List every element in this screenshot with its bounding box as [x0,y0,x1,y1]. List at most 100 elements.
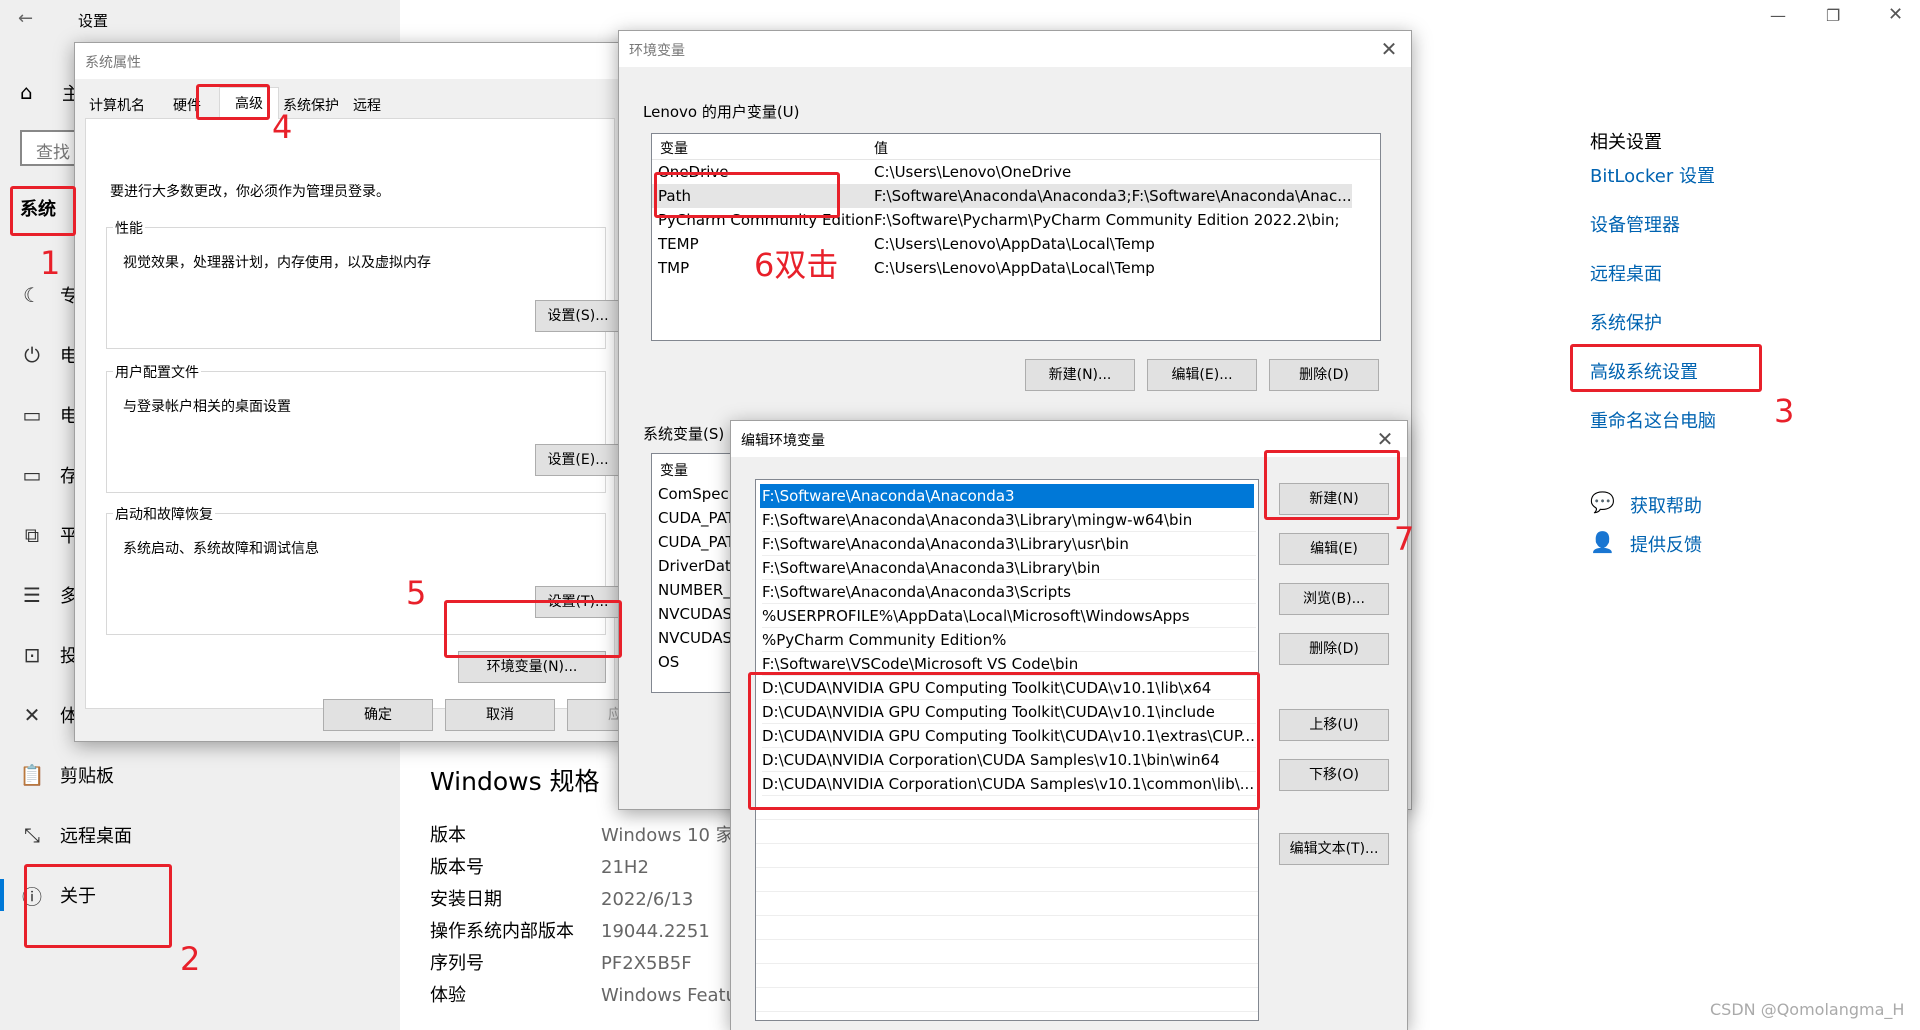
annotation-number: 1 [40,244,61,282]
annotation-number: 5 [406,574,427,612]
minimize-icon[interactable]: — [1770,6,1786,25]
table-row[interactable]: DriverData [658,554,740,578]
spec-label: 版本 [430,825,466,846]
group-title: 用户配置文件 [113,362,201,382]
related-settings-title: 相关设置 [1590,132,1662,153]
list-item[interactable]: F:\Software\Anaconda\Anaconda3\Library\u… [762,532,1256,556]
selected-indicator [0,879,4,911]
tab-bar: 计算机名 硬件 高级 系统保护 远程 [85,87,615,120]
table-row[interactable]: OS [658,650,679,674]
annotation-number: 6双击 [754,246,839,284]
annotation-box-env-button [444,600,622,658]
path-move-down-button[interactable]: 下移(O) [1279,759,1389,791]
clipboard-icon: 📋 [19,763,45,787]
cancel-button[interactable]: 取消 [445,699,555,731]
admin-note: 要进行大多数更改，你必须作为管理员登录。 [110,184,390,200]
close-icon[interactable]: ✕ [1375,35,1403,63]
list-item[interactable]: F:\Software\Anaconda\Anaconda3\Library\b… [762,556,1256,580]
annotation-box-about [24,864,172,948]
link-rename-pc[interactable]: 重命名这台电脑 [1590,407,1716,433]
sidebar-item-remote[interactable]: ⤡ 远程桌面 [0,805,400,865]
annotation-box-advanced-settings [1570,344,1762,392]
path-delete-button[interactable]: 删除(D) [1279,633,1389,665]
startup-desc: 系统启动、系统故障和调试信息 [123,541,319,557]
sidebar-item-label: 剪贴板 [60,766,114,787]
user-vars-title: Lenovo 的用户变量(U) [643,103,800,121]
close-icon[interactable]: ✕ [1888,4,1903,25]
list-item[interactable]: %USERPROFILE%\AppData\Local\Microsoft\Wi… [762,604,1256,628]
link-get-help[interactable]: 获取帮助 [1630,492,1702,518]
path-edit-button[interactable]: 编辑(E) [1279,533,1389,565]
annotation-box-path [654,172,840,218]
restore-icon[interactable]: ❐ [1826,6,1840,25]
list-item-selected[interactable]: F:\Software\Anaconda\Anaconda3 [760,484,1254,508]
system-vars-title: 系统变量(S) [643,425,725,443]
link-device-manager[interactable]: 设备管理器 [1590,211,1680,237]
link-remote-desktop[interactable]: 远程桌面 [1590,260,1662,286]
user-edit-button[interactable]: 编辑(E)... [1147,359,1257,391]
window-title: 环境变量 [629,43,685,59]
settings-title: 设置 [78,12,109,30]
feedback-icon: 👤 [1590,530,1615,554]
column-header-variable[interactable]: 变量 [660,138,688,158]
search-input[interactable]: 查找 [20,130,80,166]
titlebar: 系统属性 [75,43,623,79]
list-item[interactable]: F:\Software\Anaconda\Anaconda3\Scripts [762,580,1256,604]
list-item[interactable]: %PyCharm Community Edition% [762,628,1256,652]
moon-icon: ☾ [23,283,41,307]
storage-icon: ▭ [22,463,42,487]
group-title: 性能 [113,218,145,238]
column-header-value[interactable]: 值 [874,138,888,158]
path-browse-button[interactable]: 浏览(B)... [1279,583,1389,615]
ok-button[interactable]: 确定 [323,699,433,731]
annotation-number: 4 [272,108,293,146]
spec-label: 操作系统内部版本 [430,921,574,942]
tablet-icon: ⧉ [24,523,40,547]
shared-icon: ✕ [23,703,41,727]
annotation-box-new [1264,450,1400,520]
close-icon[interactable]: ✕ [1371,425,1399,453]
list-item[interactable]: F:\Software\Anaconda\Anaconda3\Library\m… [762,508,1256,532]
titlebar: 环境变量 ✕ [619,31,1411,67]
table-row[interactable]: ComSpec [658,482,729,506]
remote-icon: ⤡ [24,823,40,847]
sidebar-item-clipboard[interactable]: 📋 剪贴板 [0,745,400,805]
spec-label: 体验 [430,985,466,1006]
battery-icon: ▭ [22,403,42,427]
empty-rows [756,796,1258,1020]
spec-label: 版本号 [430,857,484,878]
tab-computer-name[interactable]: 计算机名 [89,95,145,115]
annotation-number: 7 [1394,520,1415,558]
path-move-up-button[interactable]: 上移(U) [1279,709,1389,741]
watermark: CSDN @Qomolangma_H [1710,1000,1905,1019]
performance-settings-button[interactable]: 设置(S)... [535,300,621,332]
spec-label: 序列号 [430,953,484,974]
multitask-icon: ☰ [23,583,41,607]
annotation-number: 3 [1774,392,1795,430]
user-profile-group: 用户配置文件 与登录帐户相关的桌面设置 设置(E)... [106,362,621,493]
tab-remote[interactable]: 远程 [353,95,381,115]
link-bitlocker[interactable]: BitLocker 设置 [1590,162,1715,188]
group-title: 启动和故障恢复 [113,504,215,524]
project-icon: ⊡ [23,643,41,667]
window-title: 编辑环境变量 [741,433,825,449]
link-feedback[interactable]: 提供反馈 [1630,531,1702,557]
link-system-protection[interactable]: 系统保护 [1590,309,1662,335]
user-new-button[interactable]: 新建(N)... [1025,359,1135,391]
profile-desc: 与登录帐户相关的桌面设置 [123,399,291,415]
column-header-variable[interactable]: 变量 [660,460,688,480]
specs-labels: 版本 版本号 安装日期 操作系统内部版本 序列号 体验 [430,820,574,1012]
power-icon: ⏻ [24,343,40,367]
spec-label: 安装日期 [430,889,502,910]
help-icon: 💬 [1590,490,1615,514]
user-delete-button[interactable]: 删除(D) [1269,359,1379,391]
user-vars-list[interactable]: 变量 值 OneDrive C:\Users\Lenovo\OneDrive Pa… [651,133,1381,341]
home-icon[interactable]: ⌂ [20,80,33,104]
performance-desc: 视觉效果，处理器计划，内存使用，以及虚拟内存 [123,255,431,271]
list-header: 变量 值 [652,134,1380,160]
back-arrow-icon[interactable]: ← [18,8,33,29]
profile-settings-button[interactable]: 设置(E)... [535,444,621,476]
window-title: 系统属性 [85,55,141,71]
annotation-box-system [10,186,76,236]
path-edit-text-button[interactable]: 编辑文本(T)... [1279,833,1389,865]
